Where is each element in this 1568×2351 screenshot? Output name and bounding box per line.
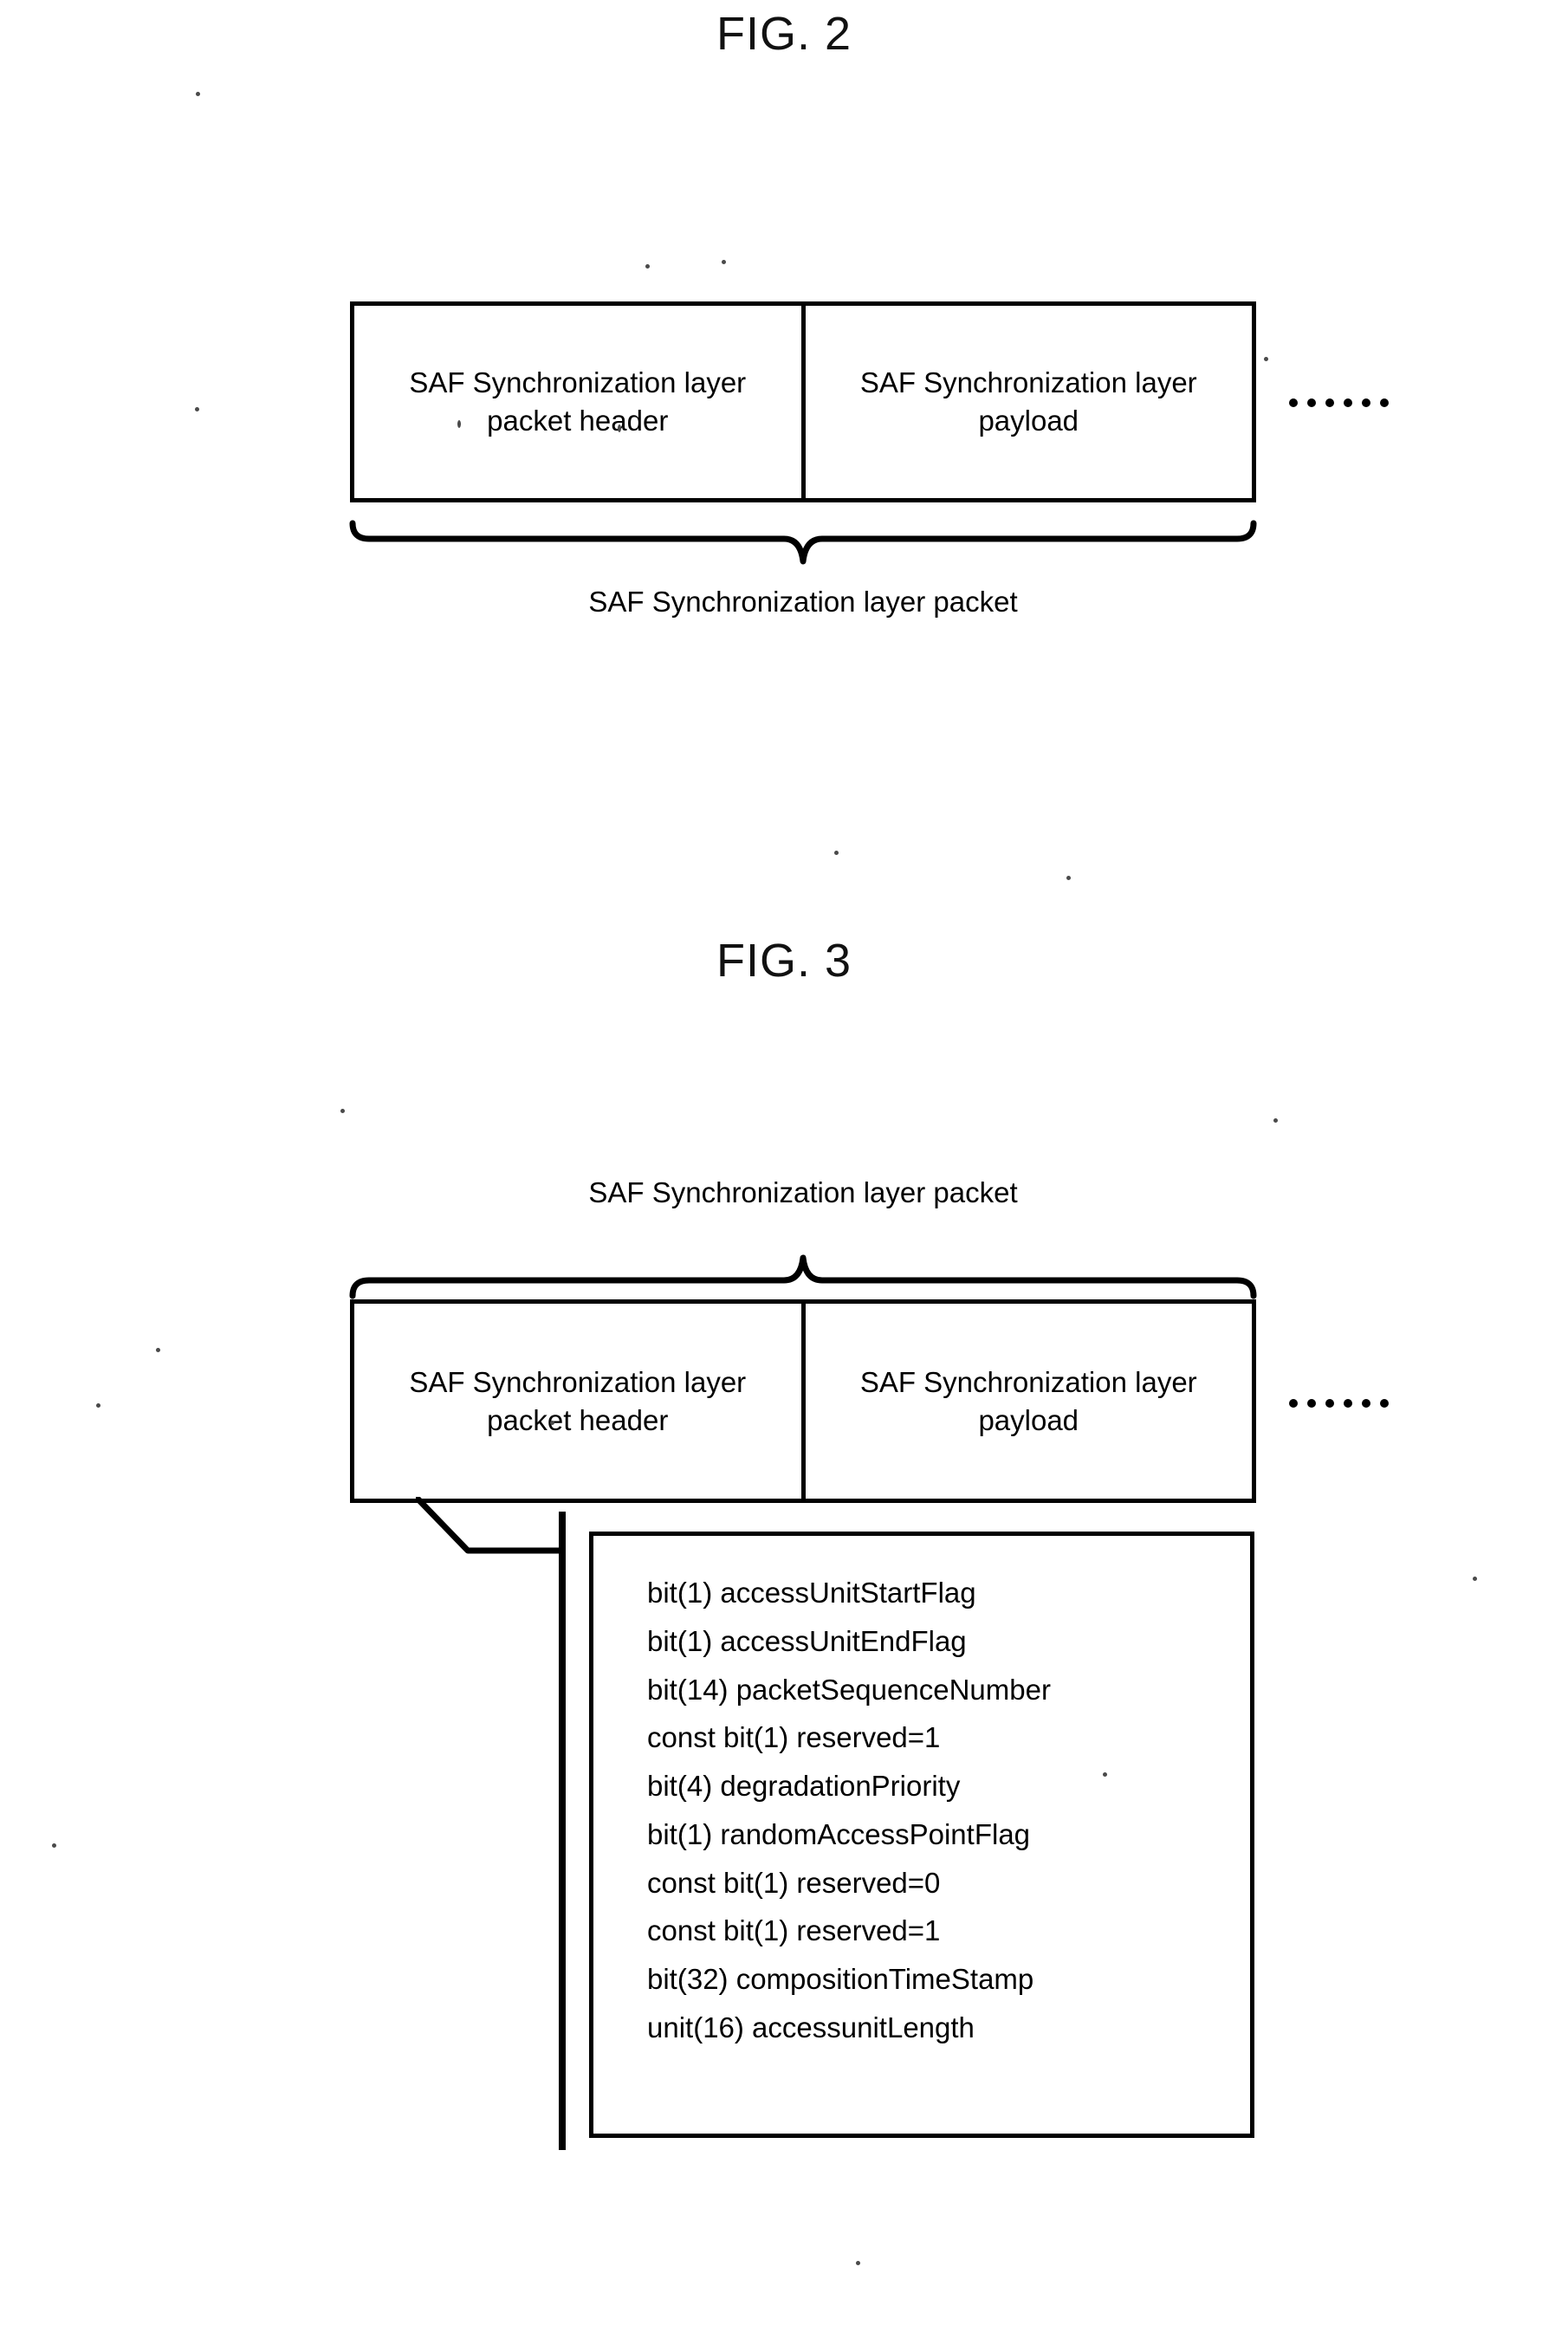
fig3-brace-up-icon (349, 1254, 1257, 1299)
list-item: const bit(1) reserved=0 (647, 1866, 941, 1899)
fig2-packet-box: SAF Synchronization layer packet header … (350, 301, 1256, 502)
list-item: bit(1) accessUnitStartFlag (647, 1577, 976, 1609)
list-item: bit(4) degradationPriority (647, 1770, 961, 1803)
patent-drawing-sheet: FIG. 2 SAF Synchronization layer packet … (0, 0, 1568, 2351)
scan-speckle (1264, 357, 1268, 361)
scan-speckle (1473, 1577, 1477, 1581)
list-item: bit(32) compositionTimeStamp (647, 1963, 1034, 1996)
scan-speckle (52, 1843, 56, 1848)
scan-speckle (340, 1109, 345, 1113)
fig3-brace-caption: SAF Synchronization layer packet (588, 1176, 1018, 1208)
scan-speckle (722, 260, 726, 264)
fig3-detail-leader-line (416, 1497, 565, 1554)
fig3-packet-header-cell: SAF Synchronization layer packet header (354, 1304, 806, 1499)
scan-speckle (618, 424, 621, 432)
fig2-brace-down-icon (349, 520, 1257, 565)
scan-speckle (457, 420, 461, 428)
fig2-packet-payload-cell: SAF Synchronization layer payload (806, 306, 1253, 498)
fig3-header-line1: SAF Synchronization layer (409, 1365, 747, 1398)
fig3-packet-payload-cell: SAF Synchronization layer payload (806, 1304, 1253, 1499)
list-item: const bit(1) reserved=1 (647, 1914, 941, 1947)
list-item: const bit(1) reserved=1 (647, 1721, 941, 1754)
list-item: bit(1) randomAccessPointFlag (647, 1817, 1031, 1850)
list-item: bit(14) packetSequenceNumber (647, 1673, 1051, 1706)
figure-2-title: FIG. 2 (716, 8, 852, 60)
scan-speckle (550, 1421, 554, 1425)
fig3-detail-callout-bar (559, 1512, 566, 2150)
scan-speckle (96, 1403, 100, 1408)
scan-speckle (834, 851, 839, 855)
scan-speckle (156, 1348, 160, 1352)
scan-speckle (1066, 876, 1071, 880)
scan-speckle (1273, 1118, 1278, 1123)
fig2-payload-line2: payload (978, 405, 1079, 437)
list-item: unit(16) accessunitLength (647, 2011, 975, 2043)
fig3-payload-line1: SAF Synchronization layer (859, 1365, 1197, 1398)
fig2-packet-header-cell: SAF Synchronization layer packet header (354, 306, 806, 498)
fig3-header-line2: packet header (487, 1403, 669, 1436)
fig3-packet-header-detail-box: bit(1) accessUnitStartFlag bit(1) access… (589, 1532, 1254, 2138)
scan-speckle (645, 264, 650, 269)
scan-speckle (856, 2261, 860, 2265)
fig3-header-field-list: bit(1) accessUnitStartFlag bit(1) access… (593, 1536, 1250, 2052)
scan-speckle (195, 407, 199, 411)
fig2-brace-caption: SAF Synchronization layer packet (588, 586, 1018, 618)
fig3-continuation-dots-icon (1289, 1399, 1389, 1408)
fig2-payload-line1: SAF Synchronization layer (859, 366, 1197, 399)
scan-speckle (196, 92, 200, 96)
fig3-payload-line2: payload (978, 1403, 1079, 1436)
figure-3-title: FIG. 3 (716, 935, 852, 987)
fig3-packet-box: SAF Synchronization layer packet header … (350, 1299, 1256, 1503)
fig2-header-line1: SAF Synchronization layer (409, 366, 747, 399)
fig2-continuation-dots-icon (1289, 398, 1389, 407)
scan-speckle (1103, 1772, 1107, 1777)
list-item: bit(1) accessUnitEndFlag (647, 1624, 967, 1657)
